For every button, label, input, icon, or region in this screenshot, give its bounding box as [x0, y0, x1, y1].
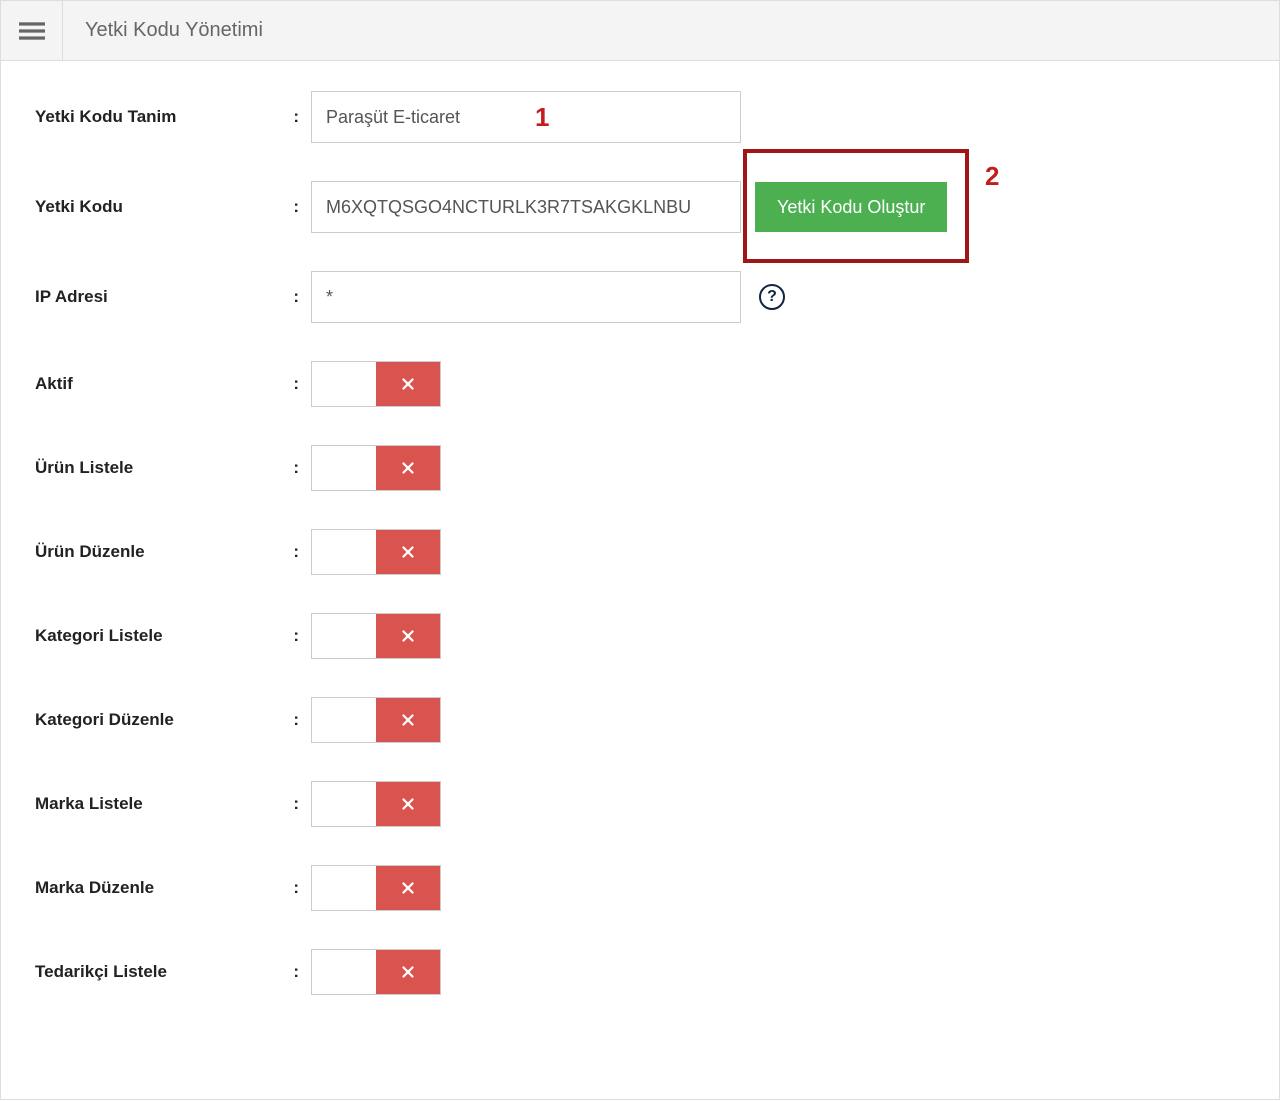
hamburger-icon	[19, 18, 45, 44]
input-kod[interactable]	[311, 181, 741, 233]
help-icon[interactable]: ?	[759, 284, 785, 310]
page-title: Yetki Kodu Yönetimi	[63, 1, 285, 60]
generate-button[interactable]: Yetki Kodu Oluştur	[755, 182, 947, 232]
label-kod: Yetki Kodu	[35, 197, 123, 217]
row-toggle: Ürün Listele :	[35, 445, 1245, 491]
toggle-label: Aktif	[35, 374, 73, 394]
toggle-on-side	[312, 950, 376, 994]
annotation-2: 2	[985, 161, 999, 192]
close-icon	[399, 795, 417, 813]
close-icon	[399, 711, 417, 729]
toggle-off-side	[376, 950, 440, 994]
toggle-label: Kategori Düzenle	[35, 710, 174, 730]
row-toggle: Kategori Listele :	[35, 613, 1245, 659]
page-header: Yetki Kodu Yönetimi	[1, 0, 1279, 61]
toggle-label: Ürün Düzenle	[35, 542, 145, 562]
toggle-label: Tedarikçi Listele	[35, 962, 167, 982]
toggle-on-side	[312, 530, 376, 574]
row-tanim: Yetki Kodu Tanim : 1	[35, 91, 1245, 143]
toggle-switch[interactable]	[311, 865, 441, 911]
toggle-switch[interactable]	[311, 445, 441, 491]
toggle-on-side	[312, 362, 376, 406]
toggle-off-side	[376, 698, 440, 742]
close-icon	[399, 963, 417, 981]
close-icon	[399, 627, 417, 645]
menu-button[interactable]	[1, 1, 63, 60]
toggle-on-side	[312, 866, 376, 910]
toggle-off-side	[376, 446, 440, 490]
toggle-off-side	[376, 782, 440, 826]
close-icon	[399, 459, 417, 477]
toggle-off-side	[376, 362, 440, 406]
label-tanim: Yetki Kodu Tanim	[35, 107, 176, 127]
row-toggle: Marka Düzenle :	[35, 865, 1245, 911]
form-content: Yetki Kodu Tanim : 1 Yetki Kodu : Yetki …	[1, 61, 1279, 1043]
toggle-on-side	[312, 614, 376, 658]
row-toggle: Tedarikçi Listele :	[35, 949, 1245, 995]
toggle-label: Marka Listele	[35, 794, 143, 814]
row-toggle: Marka Listele :	[35, 781, 1245, 827]
close-icon	[399, 543, 417, 561]
row-toggle: Aktif :	[35, 361, 1245, 407]
label-ip: IP Adresi	[35, 287, 108, 307]
row-kod: Yetki Kodu : Yetki Kodu Oluştur 2	[35, 181, 1245, 233]
toggle-label: Kategori Listele	[35, 626, 163, 646]
toggle-label: Ürün Listele	[35, 458, 133, 478]
toggle-switch[interactable]	[311, 613, 441, 659]
toggle-on-side	[312, 446, 376, 490]
toggle-switch[interactable]	[311, 529, 441, 575]
close-icon	[399, 879, 417, 897]
row-toggle: Kategori Düzenle :	[35, 697, 1245, 743]
toggle-switch[interactable]	[311, 361, 441, 407]
toggle-switch[interactable]	[311, 781, 441, 827]
toggle-off-side	[376, 866, 440, 910]
toggle-off-side	[376, 614, 440, 658]
input-ip[interactable]	[311, 271, 741, 323]
input-tanim[interactable]	[311, 91, 741, 143]
toggle-off-side	[376, 530, 440, 574]
page-container: Yetki Kodu Yönetimi Yetki Kodu Tanim : 1…	[0, 0, 1280, 1100]
close-icon	[399, 375, 417, 393]
toggle-label: Marka Düzenle	[35, 878, 154, 898]
toggle-on-side	[312, 782, 376, 826]
toggle-on-side	[312, 698, 376, 742]
row-ip: IP Adresi : ?	[35, 271, 1245, 323]
toggle-switch[interactable]	[311, 949, 441, 995]
row-toggle: Ürün Düzenle :	[35, 529, 1245, 575]
toggle-switch[interactable]	[311, 697, 441, 743]
